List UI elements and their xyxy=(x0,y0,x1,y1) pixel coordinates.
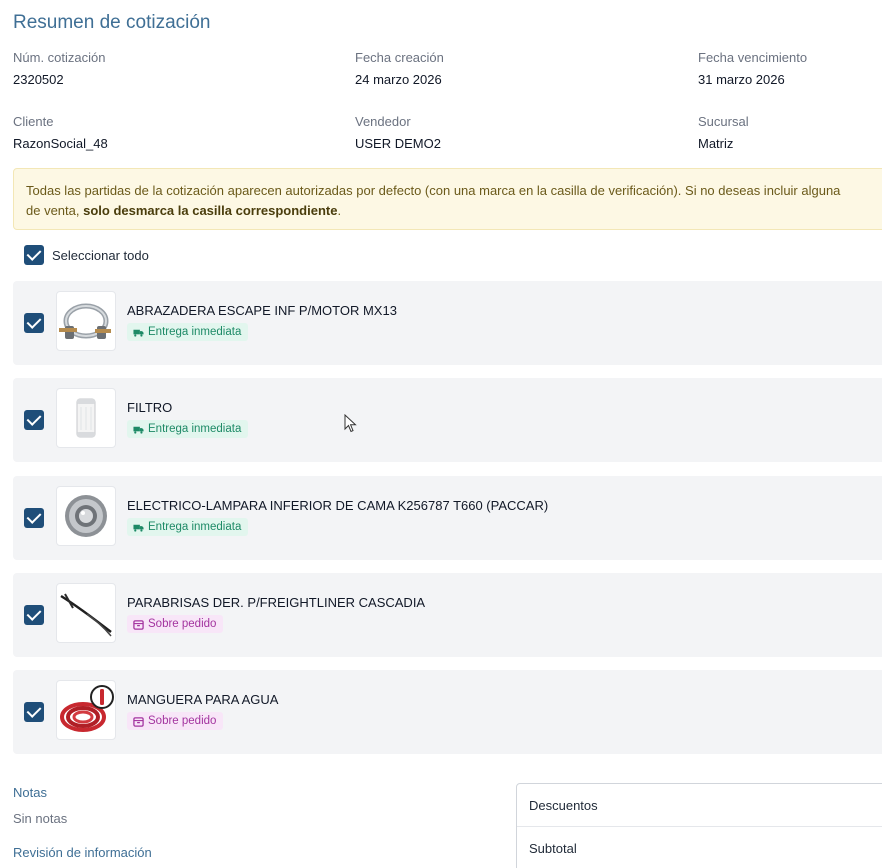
meta-label: Fecha creación xyxy=(355,50,444,65)
meta-quote-number: Núm. cotización 2320502 xyxy=(13,50,313,87)
meta-created: Fecha creación 24 marzo 2026 xyxy=(355,50,655,87)
alert-line-2: de venta, solo desmarca la casilla corre… xyxy=(26,201,882,221)
meta-label: Núm. cotización xyxy=(13,50,106,65)
alert-text-end: . xyxy=(337,203,342,218)
badge-label: Sobre pedido xyxy=(148,618,217,630)
box-icon xyxy=(133,716,144,727)
badge-label: Entrega inmediata xyxy=(148,423,242,435)
meta-label: Sucursal xyxy=(698,114,749,129)
meta-label: Cliente xyxy=(13,114,54,129)
meta-branch: Sucursal Matriz xyxy=(698,114,882,151)
quote-item: MANGUERA PARA AGUA Sobre pedido xyxy=(13,670,882,754)
clamp-image xyxy=(56,291,116,351)
meta-value: 31 marzo 2026 xyxy=(698,72,785,87)
quote-item: PARABRISAS DER. P/FREIGHTLINER CASCADIA … xyxy=(13,573,882,657)
page-title: Resumen de cotización xyxy=(13,12,211,33)
wiper-image xyxy=(56,583,116,643)
badge-label: Entrega inmediata xyxy=(148,326,242,338)
item-checkbox[interactable] xyxy=(24,702,44,722)
item-name: PARABRISAS DER. P/FREIGHTLINER CASCADIA xyxy=(127,595,426,610)
truck-icon xyxy=(133,524,144,532)
discounts-row: Descuentos xyxy=(517,784,882,827)
quote-item: ABRAZADERA ESCAPE INF P/MOTOR MX13 Entre… xyxy=(13,281,882,365)
badge-label: Entrega inmediata xyxy=(148,521,242,533)
item-checkbox[interactable] xyxy=(24,508,44,528)
truck-icon xyxy=(133,426,144,434)
alert-emphasis: solo desmarca la casilla correspondiente xyxy=(83,203,338,218)
status-badge: Sobre pedido xyxy=(127,712,224,730)
item-name: ELECTRICO-LAMPARA INFERIOR DE CAMA K2567… xyxy=(127,498,549,513)
meta-value: 24 marzo 2026 xyxy=(355,72,442,87)
box-icon xyxy=(133,619,144,630)
item-checkbox[interactable] xyxy=(24,313,44,333)
alert-text: de venta, xyxy=(26,203,84,218)
totals-panel: Descuentos Subtotal xyxy=(516,783,882,868)
item-name: FILTRO xyxy=(127,400,173,415)
item-checkbox[interactable] xyxy=(24,605,44,625)
meta-value: USER DEMO2 xyxy=(355,136,441,151)
lamp-image xyxy=(56,486,116,546)
item-name: ABRAZADERA ESCAPE INF P/MOTOR MX13 xyxy=(127,303,397,318)
mouse-cursor-icon xyxy=(344,414,357,433)
alert-line-1: Todas las partidas de la cotización apar… xyxy=(26,183,841,198)
review-heading: Revisión de información xyxy=(13,845,152,860)
status-badge: Entrega inmediata xyxy=(127,518,249,536)
info-alert: Todas las partidas de la cotización apar… xyxy=(13,168,882,230)
hose-image xyxy=(56,680,116,740)
notes-value: Sin notas xyxy=(13,811,68,826)
subtotal-row: Subtotal xyxy=(529,841,577,856)
meta-label: Fecha vencimiento xyxy=(698,50,808,65)
meta-client: Cliente RazonSocial_48 xyxy=(13,114,313,151)
notes-heading: Notas xyxy=(13,785,47,800)
meta-expires: Fecha vencimiento 31 marzo 2026 xyxy=(698,50,882,87)
status-badge: Entrega inmediata xyxy=(127,420,249,438)
meta-seller: Vendedor USER DEMO2 xyxy=(355,114,655,151)
badge-label: Sobre pedido xyxy=(148,715,217,727)
select-all-label: Seleccionar todo xyxy=(52,247,149,263)
checkbox-checked-icon[interactable] xyxy=(24,245,44,265)
quote-item: FILTRO Entrega inmediata xyxy=(13,378,882,462)
meta-value: 2320502 xyxy=(13,72,64,87)
item-checkbox[interactable] xyxy=(24,410,44,430)
item-name: MANGUERA PARA AGUA xyxy=(127,692,279,707)
status-badge: Entrega inmediata xyxy=(127,323,249,341)
meta-label: Vendedor xyxy=(355,114,411,129)
truck-icon xyxy=(133,329,144,337)
select-all-checkbox[interactable]: Seleccionar todo xyxy=(24,245,149,265)
meta-value: Matriz xyxy=(698,136,734,151)
status-badge: Sobre pedido xyxy=(127,615,224,633)
filter-image xyxy=(56,388,116,448)
quote-item: ELECTRICO-LAMPARA INFERIOR DE CAMA K2567… xyxy=(13,476,882,560)
meta-value: RazonSocial_48 xyxy=(13,136,108,151)
